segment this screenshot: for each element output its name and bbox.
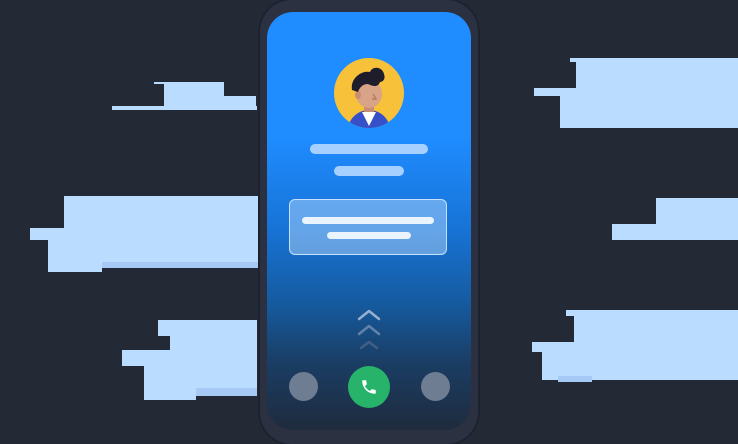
right-option-button[interactable] bbox=[421, 372, 450, 401]
cloud-left-top bbox=[112, 82, 257, 112]
left-option-button[interactable] bbox=[289, 372, 318, 401]
cloud-right-top bbox=[534, 58, 738, 128]
person-avatar-icon bbox=[334, 58, 404, 128]
cloud-left-middle bbox=[30, 196, 262, 272]
message-card-line-2 bbox=[327, 232, 411, 239]
message-card[interactable] bbox=[289, 199, 447, 255]
caller-subtitle-placeholder bbox=[334, 166, 404, 176]
incoming-call-screen bbox=[267, 12, 471, 430]
phone-icon bbox=[362, 380, 376, 394]
caller-name-placeholder bbox=[310, 144, 428, 154]
illustration-stage bbox=[0, 0, 738, 444]
smartphone bbox=[260, 0, 478, 444]
chevron-up-icon bbox=[357, 309, 381, 350]
answer-call-button[interactable] bbox=[348, 366, 390, 408]
cloud-left-bottom bbox=[122, 320, 257, 402]
cloud-right-middle bbox=[612, 198, 738, 240]
swipe-up-hint bbox=[355, 308, 383, 356]
cloud-right-bottom bbox=[532, 310, 738, 384]
message-card-line-1 bbox=[302, 217, 434, 224]
